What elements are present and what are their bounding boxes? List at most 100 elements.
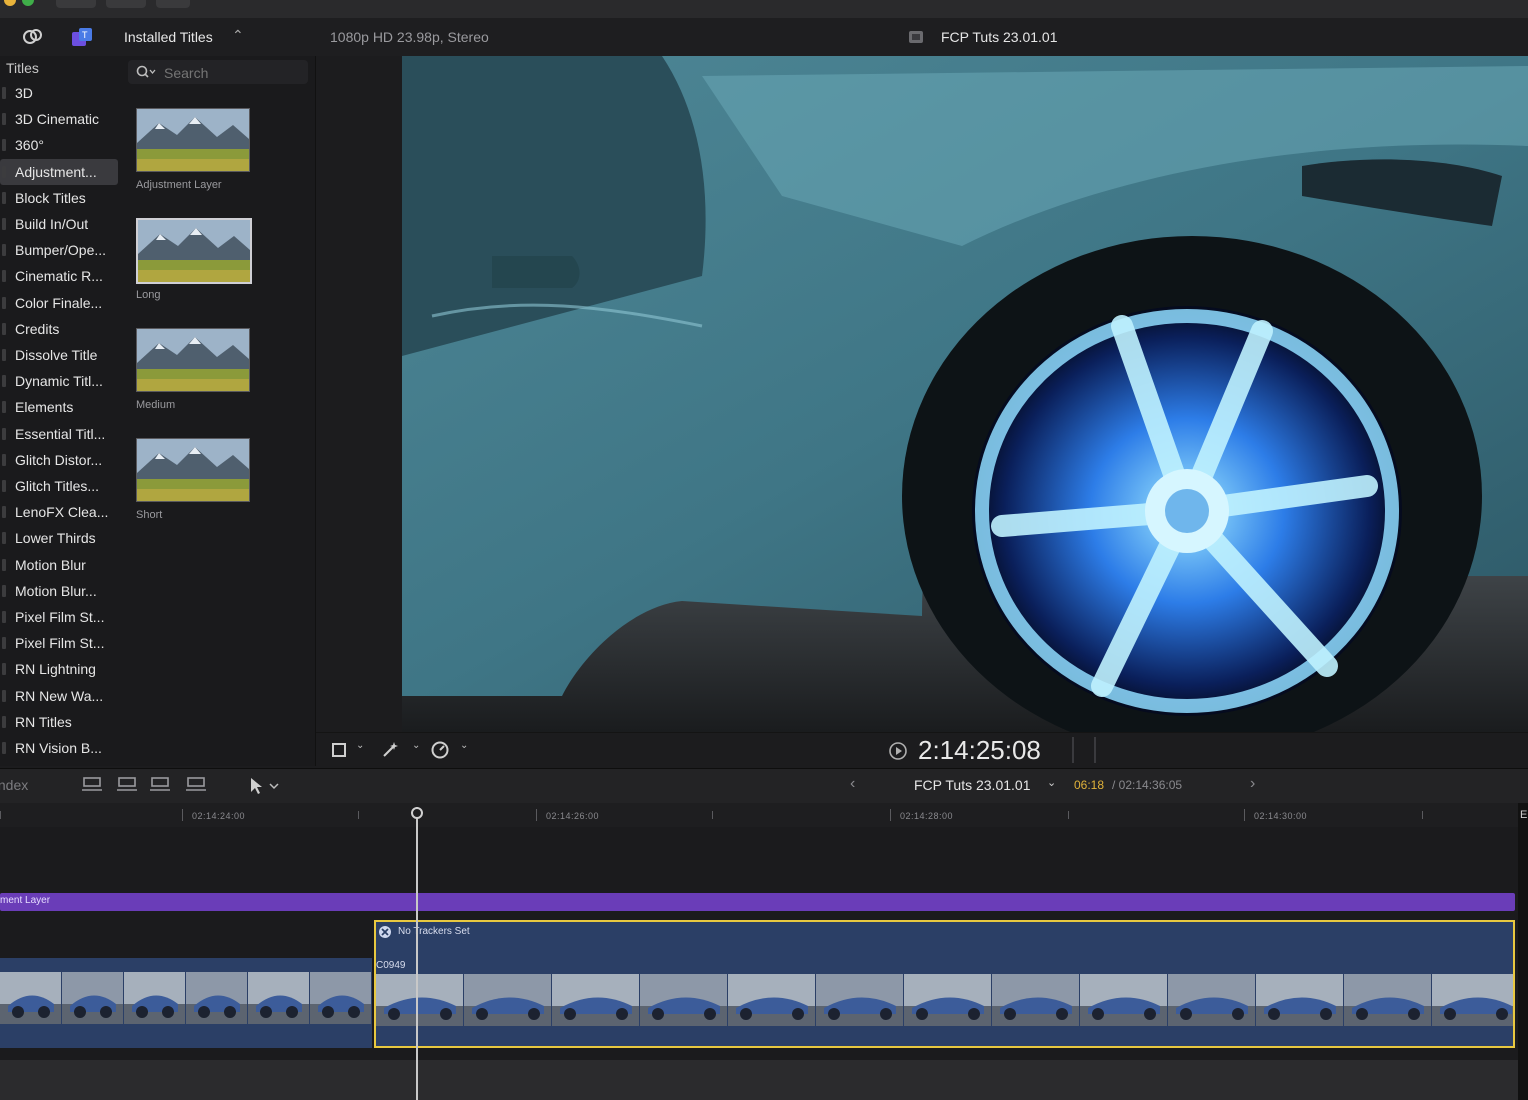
- ruler-minor-tick: [358, 811, 359, 819]
- category-item[interactable]: Color Finale...: [0, 290, 118, 316]
- ruler-minor-tick: [712, 811, 713, 819]
- category-item[interactable]: Block Titles: [0, 185, 118, 211]
- installed-titles-dropdown[interactable]: Installed Titles: [124, 29, 213, 45]
- ruler-minor-tick: [1068, 811, 1069, 819]
- chevron-left-icon[interactable]: ‹: [850, 775, 855, 793]
- search-input[interactable]: [162, 63, 306, 83]
- viewer-video-frame[interactable]: [402, 56, 1528, 732]
- crop-menu-chevron-icon[interactable]: ⌄: [356, 740, 364, 751]
- previous-video-clip[interactable]: [0, 958, 372, 1048]
- arrow-tool-icon[interactable]: [248, 776, 284, 796]
- selected-video-clip[interactable]: No Trackers Set C0949: [374, 920, 1515, 1048]
- category-item[interactable]: Glitch Distor...: [0, 447, 118, 473]
- filmstrip-frames: [376, 974, 1513, 1026]
- titles-generators-icon[interactable]: T: [70, 26, 94, 48]
- audio-meter-divider: [1094, 737, 1096, 763]
- title-thumbnail[interactable]: [136, 438, 250, 502]
- clip-filmstrip: [376, 974, 1513, 1026]
- ruler-tick-label: 02:14:30:00: [1254, 811, 1308, 821]
- category-item[interactable]: Cinematic R...: [0, 263, 118, 289]
- category-item[interactable]: RN Lightning: [0, 656, 118, 682]
- zoom-window-button[interactable]: [22, 0, 34, 6]
- magic-wand-icon[interactable]: [380, 740, 400, 760]
- ruler-major-tick: [536, 809, 537, 821]
- tracker-icon: [379, 926, 391, 938]
- category-item[interactable]: Motion Blur: [0, 552, 118, 578]
- category-item[interactable]: RN New Wa...: [0, 683, 118, 709]
- playhead-handle[interactable]: [411, 807, 423, 819]
- thumbnail-label: Long: [136, 289, 161, 301]
- keywords-button[interactable]: [106, 0, 146, 8]
- search-icon: [136, 65, 156, 78]
- svg-text:T: T: [82, 30, 88, 40]
- category-item[interactable]: 3D Cinematic: [0, 106, 118, 132]
- category-item[interactable]: Pixel Film St...: [0, 604, 118, 630]
- speed-icon[interactable]: [430, 740, 450, 760]
- total-duration: / 02:14:36:05: [1112, 778, 1183, 792]
- category-item[interactable]: Adjustment...: [0, 158, 118, 185]
- ruler-major-tick: [182, 809, 183, 821]
- car-wheel-video-image: [402, 56, 1528, 732]
- inspector-edge: E: [1518, 803, 1528, 1100]
- mountain-landscape-image: [138, 220, 250, 282]
- background-tasks-button[interactable]: [156, 0, 190, 8]
- index-button[interactable]: Index: [0, 777, 28, 793]
- category-item[interactable]: Build In/Out: [0, 211, 118, 237]
- format-info: 1080p HD 23.98p, Stereo: [330, 29, 489, 45]
- category-item[interactable]: Pixel Film St...: [0, 630, 118, 656]
- timeline-empty-track: [0, 1060, 1518, 1100]
- mountain-landscape-image: [137, 329, 249, 391]
- import-button[interactable]: [56, 0, 96, 8]
- timeline-ruler[interactable]: 02:14:24:00 02:14:26:00 02:14:28:00 02:14:3…: [0, 803, 1518, 827]
- category-item[interactable]: Motion Blur...: [0, 578, 118, 604]
- play-icon[interactable]: [888, 741, 908, 761]
- category-item[interactable]: Dissolve Title: [0, 342, 118, 368]
- timeline-toolbar: Index ‹ FCP Tuts 23.01.01 ⌄ 06:18 / 02:1…: [0, 768, 1528, 804]
- playhead[interactable]: [411, 807, 423, 1100]
- viewer-controls: ⌄ ⌄ ⌄ 2:14:25:08: [316, 732, 1528, 767]
- edit-buttons-group: [82, 777, 206, 791]
- inspector-edge-label: E: [1520, 809, 1528, 821]
- category-item[interactable]: RN Titles: [0, 709, 118, 735]
- thumbnail-label: Medium: [136, 399, 176, 411]
- category-item[interactable]: RN Vision B...: [0, 735, 118, 761]
- enhance-menu-chevron-icon[interactable]: ⌄: [412, 740, 420, 751]
- title-thumbnail[interactable]: [136, 108, 250, 172]
- project-dropdown-chevron-icon[interactable]: ⌄: [1047, 776, 1056, 789]
- category-item[interactable]: Dynamic Titl...: [0, 368, 118, 394]
- speed-menu-chevron-icon[interactable]: ⌄: [460, 740, 468, 751]
- filmstrip-icon: [909, 31, 923, 43]
- window-top-strip: [0, 0, 1528, 18]
- clip-name-label: C0949: [376, 960, 406, 971]
- tracker-status-label: No Trackers Set: [398, 926, 470, 937]
- category-item[interactable]: Elements: [0, 394, 118, 420]
- library-icon[interactable]: [22, 27, 44, 47]
- category-item[interactable]: Bumper/Ope...: [0, 237, 118, 263]
- category-item[interactable]: LenoFX Clea...: [0, 499, 118, 525]
- ruler-tick-label: 02:14:26:00: [546, 811, 600, 821]
- chevron-right-icon[interactable]: ›: [1250, 775, 1255, 793]
- timecode-display[interactable]: 2:14:25:08: [918, 735, 1041, 766]
- category-item[interactable]: Essential Titl...: [0, 421, 118, 447]
- search-field[interactable]: [128, 60, 308, 84]
- minimize-window-button[interactable]: [4, 0, 16, 6]
- adjustment-layer-clip[interactable]: ment Layer: [0, 893, 1515, 911]
- mountain-landscape-image: [137, 109, 249, 171]
- current-duration: 06:18: [1074, 778, 1105, 792]
- timeline-project-name[interactable]: FCP Tuts 23.01.01: [914, 777, 1030, 793]
- ruler-major-tick: [890, 809, 891, 821]
- crop-icon[interactable]: [330, 741, 348, 759]
- titles-section-header[interactable]: Titles: [6, 60, 39, 76]
- browser-header: T Installed Titles ⌃: [0, 18, 316, 57]
- category-item[interactable]: Glitch Titles...: [0, 473, 118, 499]
- title-thumbnail[interactable]: [136, 218, 252, 284]
- category-item[interactable]: 3D: [0, 80, 118, 106]
- category-item[interactable]: 360°: [0, 132, 118, 158]
- title-thumbnail[interactable]: [136, 328, 250, 392]
- viewer-header: 1080p HD 23.98p, Stereo FCP Tuts 23.01.0…: [316, 18, 1528, 57]
- thumbnail-label: Adjustment Layer: [136, 179, 222, 191]
- mountain-landscape-image: [137, 439, 249, 501]
- category-item[interactable]: Lower Thirds: [0, 525, 118, 551]
- titles-thumbnails-panel: Adjustment Layer Long Medium Short: [122, 56, 316, 766]
- category-item[interactable]: Credits: [0, 316, 118, 342]
